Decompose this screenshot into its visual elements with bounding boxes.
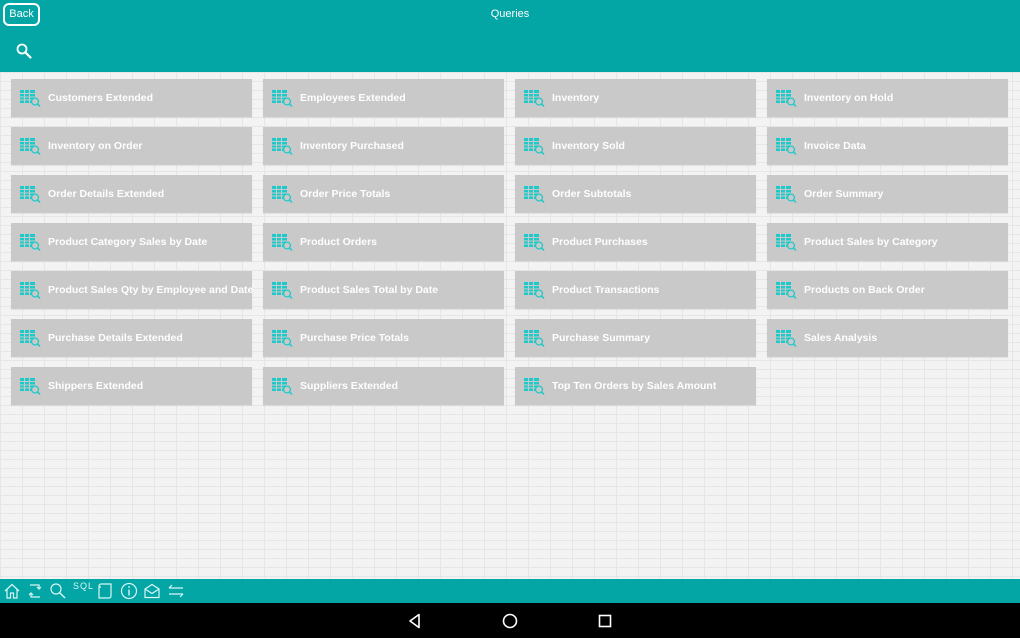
query-tile-label: Suppliers Extended (300, 380, 399, 392)
query-tile[interactable]: Product Orders (263, 223, 504, 261)
query-tile-label: Inventory on Order (48, 140, 143, 152)
query-tile-label: Product Purchases (552, 236, 648, 248)
query-tile[interactable]: Purchase Summary (515, 319, 756, 357)
table-query-icon (271, 281, 293, 299)
query-tile[interactable]: Inventory on Order (11, 127, 252, 165)
table-query-icon (271, 377, 293, 395)
query-tile[interactable]: Product Sales by Category (767, 223, 1008, 261)
table-query-icon (775, 185, 797, 203)
query-tile-label: Product Sales Qty by Employee and Date (48, 284, 254, 296)
android-navigation-bar (0, 603, 1020, 638)
table-query-icon (523, 233, 545, 251)
query-tile-label: Employees Extended (300, 92, 406, 104)
query-tile[interactable]: Purchase Details Extended (11, 319, 252, 357)
refresh-icon[interactable] (26, 582, 44, 600)
table-query-icon (19, 185, 41, 203)
table-query-icon (523, 185, 545, 203)
table-query-icon (19, 281, 41, 299)
query-tile[interactable]: Invoice Data (767, 127, 1008, 165)
table-query-icon (19, 329, 41, 347)
table-query-icon (19, 233, 41, 251)
query-tile-label: Inventory Sold (552, 140, 625, 152)
query-tile-label: Inventory (552, 92, 600, 104)
query-tile-label: Order Subtotals (552, 188, 632, 200)
table-query-icon (775, 329, 797, 347)
toolbar-search-icon[interactable] (49, 582, 67, 600)
home-nav-icon[interactable] (501, 612, 519, 630)
table-query-icon (19, 89, 41, 107)
query-tile[interactable]: Product Sales Total by Date (263, 271, 504, 309)
query-tile[interactable]: Order Summary (767, 175, 1008, 213)
query-tile[interactable]: Inventory on Hold (767, 79, 1008, 117)
recents-nav-icon[interactable] (596, 612, 614, 630)
query-tile[interactable]: Order Subtotals (515, 175, 756, 213)
table-query-icon (775, 281, 797, 299)
query-tile-label: Product Orders (300, 236, 378, 248)
page-title: Queries (490, 8, 530, 20)
exchange-icon[interactable] (167, 582, 185, 600)
table-query-icon (775, 89, 797, 107)
query-tile[interactable]: Inventory Sold (515, 127, 756, 165)
query-tile-label: Product Sales by Category (804, 236, 938, 248)
query-tile[interactable]: Suppliers Extended (263, 367, 504, 405)
query-tile[interactable]: Purchase Price Totals (263, 319, 504, 357)
query-tile-label: Top Ten Orders by Sales Amount (552, 380, 717, 392)
query-tile[interactable]: Product Sales Qty by Employee and Date (11, 271, 254, 309)
table-query-icon (271, 89, 293, 107)
table-query-icon (523, 137, 545, 155)
query-tile[interactable]: Product Transactions (515, 271, 756, 309)
table-query-icon (271, 137, 293, 155)
table-query-icon (271, 233, 293, 251)
query-tile-label: Inventory Purchased (300, 140, 404, 152)
query-tile-label: Products on Back Order (804, 284, 925, 296)
table-query-icon (523, 377, 545, 395)
table-query-icon (523, 89, 545, 107)
query-tile-label: Order Price Totals (300, 188, 391, 200)
query-tile[interactable]: Product Purchases (515, 223, 756, 261)
query-tile[interactable]: Employees Extended (263, 79, 504, 117)
back-nav-icon[interactable] (406, 612, 424, 630)
top-app-bar: Back Queries (0, 0, 1020, 72)
query-tile-label: Product Sales Total by Date (300, 284, 439, 296)
query-tile-label: Customers Extended (48, 92, 154, 104)
query-tile[interactable]: Inventory Purchased (263, 127, 504, 165)
table-query-icon (775, 137, 797, 155)
query-grid: Customers Extended Employees Extended Inve… (11, 79, 1008, 405)
query-tile[interactable]: Product Category Sales by Date (11, 223, 252, 261)
info-icon[interactable] (120, 582, 138, 600)
table-query-icon (271, 185, 293, 203)
mail-icon[interactable] (143, 582, 161, 600)
table-query-icon (19, 137, 41, 155)
home-icon[interactable] (3, 582, 21, 600)
query-tile[interactable]: Sales Analysis (767, 319, 1008, 357)
sql-icon[interactable]: SQL (73, 582, 93, 600)
scroll-icon[interactable] (96, 582, 114, 600)
query-tile-label: Purchase Price Totals (300, 332, 409, 344)
query-tile-label: Sales Analysis (804, 332, 878, 344)
table-query-icon (523, 281, 545, 299)
query-tile-label: Product Category Sales by Date (48, 236, 208, 248)
query-tile-label: Purchase Details Extended (48, 332, 183, 344)
query-tile-label: Inventory on Hold (804, 92, 894, 104)
query-list-area: Customers Extended Employees Extended Inve… (0, 72, 1020, 579)
search-icon[interactable] (16, 43, 32, 59)
query-tile-label: Purchase Summary (552, 332, 651, 344)
query-tile[interactable]: Customers Extended (11, 79, 252, 117)
table-query-icon (775, 233, 797, 251)
query-tile[interactable]: Inventory (515, 79, 756, 117)
table-query-icon (271, 329, 293, 347)
table-query-icon (523, 329, 545, 347)
bottom-toolbar: SQL (0, 579, 1020, 603)
query-tile[interactable]: Products on Back Order (767, 271, 1008, 309)
query-tile-label: Shippers Extended (48, 380, 144, 392)
query-tile[interactable]: Shippers Extended (11, 367, 252, 405)
query-tile-label: Product Transactions (552, 284, 660, 296)
table-query-icon (19, 377, 41, 395)
query-tile-label: Order Details Extended (48, 188, 165, 200)
query-tile-label: Invoice Data (804, 140, 866, 152)
query-tile-label: Order Summary (804, 188, 884, 200)
query-tile[interactable]: Order Price Totals (263, 175, 504, 213)
query-tile[interactable]: Top Ten Orders by Sales Amount (515, 367, 756, 405)
query-tile[interactable]: Order Details Extended (11, 175, 252, 213)
